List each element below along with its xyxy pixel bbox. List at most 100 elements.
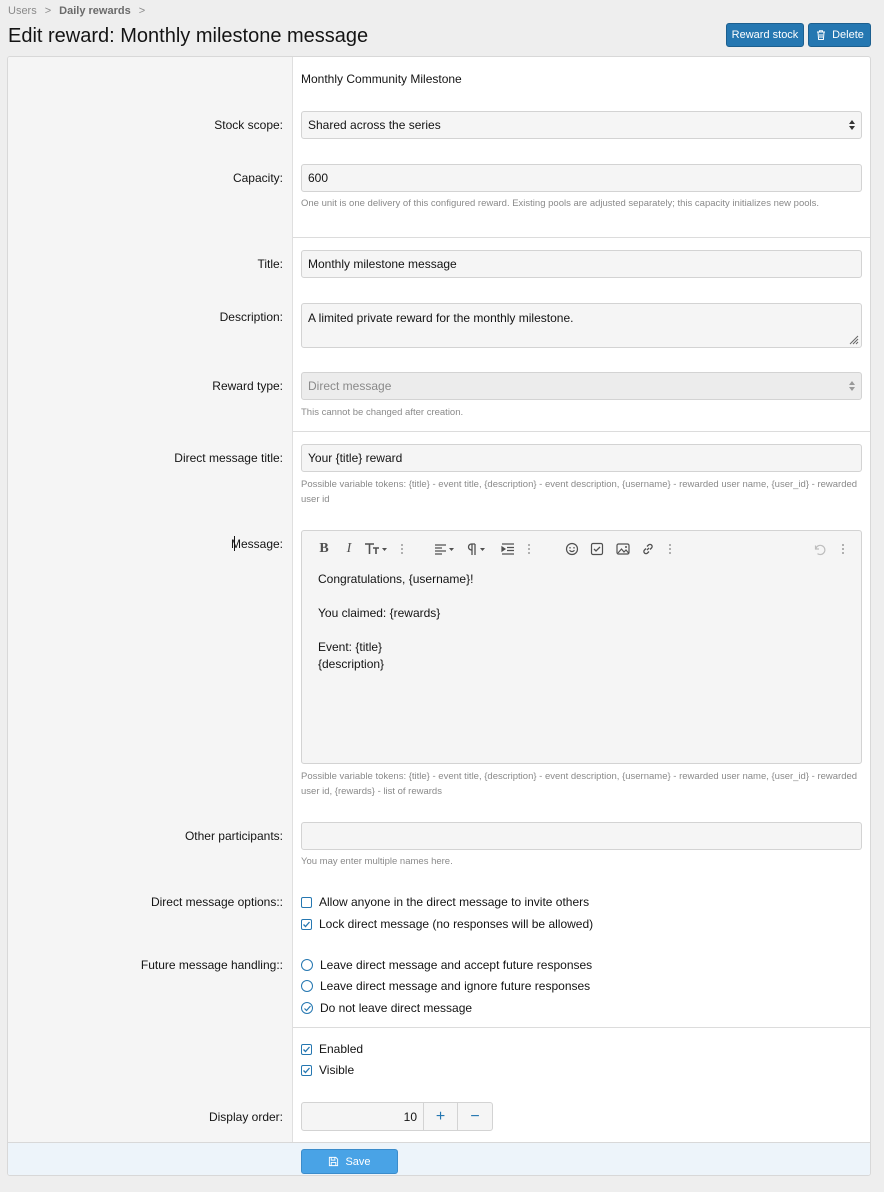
description-value: A limited private reward for the monthly… [308, 311, 574, 325]
more-vertical-icon[interactable] [398, 541, 406, 557]
message-hint: Possible variable tokens: {title} - even… [301, 771, 858, 797]
radio-unselected-icon[interactable] [301, 980, 313, 992]
stock-scope-select[interactable]: Shared across the series [301, 111, 862, 139]
resize-grip-icon[interactable] [847, 333, 859, 345]
italic-icon[interactable]: I [342, 541, 356, 557]
message-body: Congratulations, {username}! You claimed… [318, 571, 473, 673]
lock-dm-checkbox[interactable]: Lock direct message (no responses will b… [301, 916, 593, 932]
stock-scope-value: Shared across the series [308, 118, 441, 132]
section-divider [293, 431, 870, 432]
save-icon [329, 1156, 339, 1167]
visible-label: Visible [319, 1063, 355, 1077]
display-order-label: Display order: [208, 1110, 283, 1124]
dm-options-label: Direct message options:: [150, 895, 283, 909]
lock-dm-label: Lock direct message (no responses will b… [319, 917, 594, 931]
capacity-input[interactable]: 600 [301, 164, 862, 192]
dm-title-input[interactable]: Your {title} reward [301, 444, 862, 472]
edit-reward-form: Monthly Community Milestone Stock scope:… [7, 56, 871, 1176]
title-input[interactable]: Monthly milestone message [301, 250, 862, 278]
align-icon[interactable] [433, 541, 457, 557]
image-icon[interactable] [615, 541, 631, 557]
select-arrows-icon [849, 120, 855, 130]
stock-scope-label: Stock scope: [214, 118, 283, 132]
more-vertical-icon[interactable] [666, 541, 674, 557]
message-line: Event: {title} [318, 640, 383, 654]
description-label: Description: [219, 310, 283, 324]
reward-stock-label: Reward stock [731, 29, 799, 41]
title-label: Title: [257, 257, 283, 271]
enabled-label: Enabled [319, 1042, 364, 1056]
link-icon[interactable] [640, 541, 656, 557]
message-line: You claimed: {rewards} [318, 606, 441, 620]
do-not-leave-radio[interactable]: Do not leave direct message [301, 1000, 472, 1016]
checkbox-unchecked-icon[interactable] [301, 896, 312, 908]
dm-title-label: Direct message title: [174, 451, 283, 465]
dm-title-value: Your {title} reward [308, 451, 403, 465]
select-arrows-icon [849, 381, 855, 391]
breadcrumb: Users > Daily rewards > [8, 4, 153, 18]
future-handling-label: Future message handling:: [140, 958, 283, 972]
section-divider [293, 237, 870, 238]
increment-button[interactable]: + [424, 1103, 458, 1130]
other-participants-label: Other participants: [184, 829, 283, 843]
decrement-button[interactable]: − [458, 1103, 492, 1130]
message-line: Congratulations, {username}! [318, 572, 474, 586]
enabled-checkbox[interactable]: Enabled [301, 1041, 363, 1057]
message-line [318, 588, 473, 605]
checkbox-checked-icon[interactable] [301, 1043, 312, 1055]
message-editor[interactable]: B I Congratulations, {username}! You cla… [301, 530, 862, 764]
reward-type-label: Reward type: [212, 379, 283, 393]
chevron-right-icon: > [138, 5, 146, 17]
more-vertical-icon[interactable] [839, 541, 847, 557]
capacity-label: Capacity: [232, 171, 283, 185]
dm-title-hint: Possible variable tokens: {title} - even… [301, 479, 858, 505]
paragraph-icon[interactable] [465, 541, 489, 557]
radio-unselected-icon[interactable] [301, 959, 313, 971]
checkbox-checked-icon[interactable] [301, 1064, 312, 1076]
save-label: Save [345, 1155, 371, 1168]
allow-invite-label: Allow anyone in the direct message to in… [319, 895, 590, 909]
page-title: Edit reward: Monthly milestone message [8, 25, 369, 47]
delete-button[interactable]: Delete [808, 23, 871, 47]
ignore-future-label: Leave direct message and ignore future r… [320, 979, 591, 993]
label-column [8, 57, 293, 1142]
allow-invite-checkbox[interactable]: Allow anyone in the direct message to in… [301, 894, 589, 910]
message-line [318, 622, 473, 639]
radio-selected-icon[interactable] [301, 1002, 313, 1014]
breadcrumb-users[interactable]: Users [8, 5, 37, 17]
do-not-leave-label: Do not leave direct message [320, 1001, 473, 1015]
message-line: {description} [318, 657, 385, 671]
save-button[interactable]: Save [301, 1149, 398, 1174]
display-order-input[interactable]: 10 [302, 1103, 424, 1130]
indent-icon[interactable] [500, 541, 516, 557]
accept-future-radio[interactable]: Leave direct message and accept future r… [301, 957, 592, 973]
other-participants-hint: You may enter multiple names here. [301, 856, 453, 867]
message-label: Message: [230, 537, 283, 551]
text-size-icon[interactable] [363, 541, 389, 557]
other-participants-input[interactable] [301, 822, 862, 850]
emoji-icon[interactable] [564, 541, 580, 557]
undo-icon[interactable] [811, 541, 827, 557]
delete-label: Delete [832, 29, 864, 41]
checkbox-checked-icon[interactable] [301, 918, 312, 930]
reward-stock-button[interactable]: Reward stock [726, 23, 804, 47]
capacity-value: 600 [308, 171, 329, 185]
more-vertical-icon[interactable] [525, 541, 533, 557]
ignore-future-radio[interactable]: Leave direct message and ignore future r… [301, 978, 590, 994]
trash-icon [817, 30, 826, 40]
chevron-right-icon: > [44, 5, 52, 17]
section-divider [293, 1027, 870, 1028]
title-value: Monthly milestone message [308, 257, 457, 271]
bold-icon[interactable]: B [316, 541, 332, 557]
display-order-stepper: 10 + − [301, 1102, 493, 1131]
capacity-hint: One unit is one delivery of this configu… [301, 198, 820, 209]
breadcrumb-daily-rewards[interactable]: Daily rewards [59, 5, 131, 17]
event-name: Monthly Community Milestone [301, 72, 462, 86]
visible-checkbox[interactable]: Visible [301, 1062, 354, 1078]
reward-type-value: Direct message [308, 379, 392, 393]
form-footer: Save [8, 1142, 870, 1175]
checkbox-icon[interactable] [589, 541, 605, 557]
reward-type-select: Direct message [301, 372, 862, 400]
description-textarea[interactable]: A limited private reward for the monthly… [301, 303, 862, 348]
reward-type-hint: This cannot be changed after creation. [301, 407, 464, 418]
